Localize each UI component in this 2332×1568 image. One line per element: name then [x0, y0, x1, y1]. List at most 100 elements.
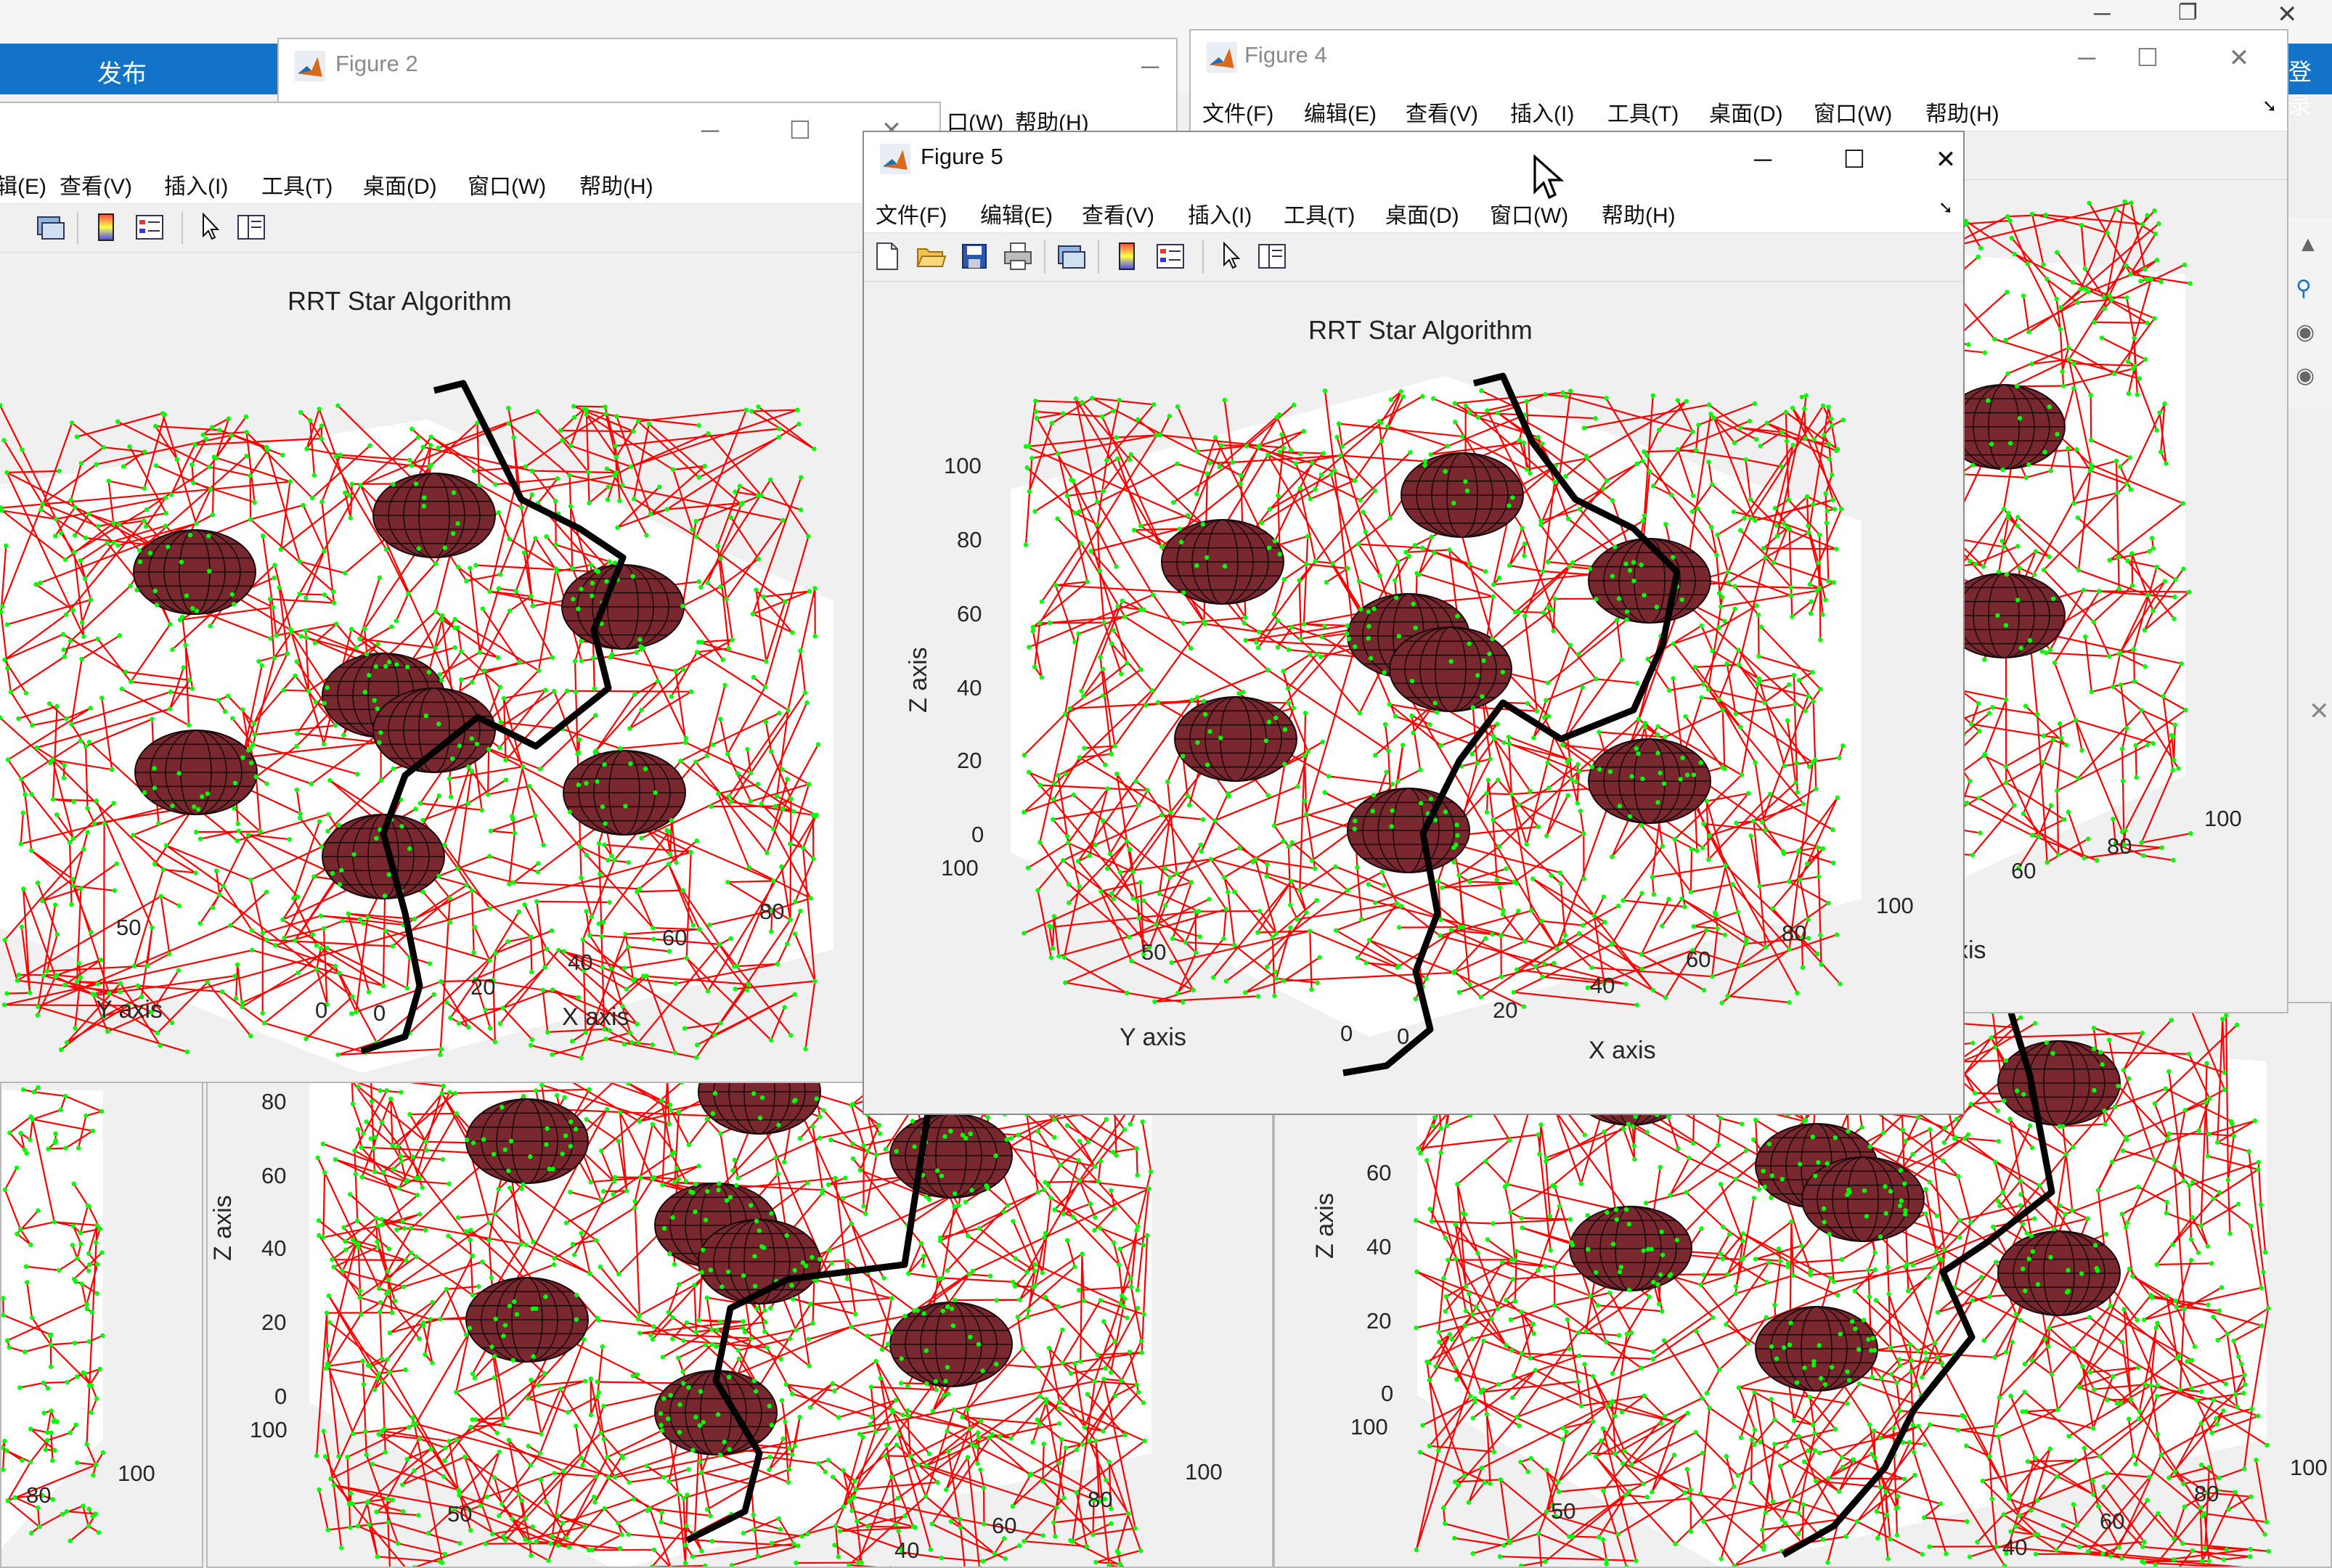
menu-desktop[interactable]: 桌面(D)	[1709, 96, 1783, 128]
dock-arrow-icon[interactable]: ➘	[2262, 96, 2277, 117]
menu-help[interactable]: 帮助(H)	[1925, 96, 1999, 128]
tree-node	[899, 1356, 904, 1361]
tree-node	[915, 1308, 920, 1313]
tree-node	[849, 1508, 855, 1514]
tree-edge	[1958, 1059, 2007, 1063]
minimize-icon[interactable]: ─	[1121, 45, 1176, 89]
tree-node	[1101, 1429, 1106, 1434]
tree-node	[428, 1447, 433, 1452]
tree-node	[395, 1540, 401, 1546]
search-icon[interactable]: ⚲	[2296, 276, 2312, 301]
tree-node	[2176, 766, 2181, 771]
tree-node	[1469, 1336, 1475, 1342]
close-icon[interactable]: ✕	[2277, 0, 2298, 29]
tree-node	[1920, 1551, 1925, 1557]
tree-node	[333, 1157, 338, 1162]
tree-node	[659, 1423, 664, 1428]
tree-node	[455, 1215, 461, 1220]
tree-node	[2005, 213, 2010, 219]
tree-node	[440, 1157, 445, 1162]
scroll-up-icon[interactable]: ▲	[2297, 232, 2319, 257]
tree-node	[2139, 708, 2144, 713]
tree-node	[1537, 1151, 1542, 1157]
tree-node	[924, 1193, 929, 1199]
tree-node	[2103, 1231, 2109, 1237]
tree-node	[91, 1473, 96, 1478]
tree-node	[853, 1487, 858, 1492]
tree-node	[1056, 1461, 1062, 1466]
tree-node	[703, 1342, 708, 1347]
tree-node	[352, 1148, 357, 1153]
tree-node	[1594, 1270, 1599, 1275]
tree-node	[2102, 1108, 2107, 1114]
tree-node	[1134, 1382, 1139, 1387]
tree-node	[1903, 1138, 1908, 1143]
tree-node	[582, 1379, 588, 1384]
tree-node	[1591, 1373, 1596, 1379]
tree-node	[2025, 261, 2030, 266]
tree-edge	[414, 1535, 504, 1567]
tree-node	[2181, 1481, 2186, 1486]
tree-node	[1112, 1393, 1118, 1398]
tree-node	[886, 1426, 892, 1431]
tree-node	[751, 1527, 757, 1532]
background-app-tab[interactable]: 发布	[0, 44, 283, 94]
menu-view[interactable]: 查看(V)	[1406, 96, 1478, 128]
tree-node	[906, 1271, 911, 1276]
tree-node	[773, 1156, 778, 1161]
minimize-icon[interactable]: ─	[2094, 0, 2111, 27]
tree-node	[1045, 1183, 1051, 1188]
tree-node	[548, 1541, 553, 1546]
tree-node	[935, 1479, 940, 1485]
tree-node	[89, 1310, 94, 1315]
menu-insert[interactable]: 插入(I)	[1510, 96, 1574, 128]
tree-node	[2012, 803, 2017, 808]
tree-node	[977, 1435, 982, 1440]
tree-node	[468, 1237, 473, 1242]
tree-node	[1798, 1161, 1803, 1167]
tree-node	[25, 1280, 30, 1285]
tree-node	[683, 1178, 688, 1184]
tree-node	[2153, 1326, 2158, 1331]
tree-node	[1885, 1265, 1891, 1270]
figure-4-titlebar[interactable]: Figure 4 ─ ☐ ✕	[1191, 30, 2287, 86]
tree-node	[987, 1273, 993, 1278]
tree-node	[828, 1138, 833, 1143]
tree-node	[1872, 1347, 1878, 1353]
tree-node	[727, 1374, 732, 1380]
tree-node	[1700, 1450, 1705, 1455]
tree-edge	[1136, 1148, 1138, 1175]
filter-icon-2[interactable]: ◉	[2296, 363, 2315, 388]
menu-edit[interactable]: 编辑(E)	[1304, 96, 1377, 128]
tree-node	[1785, 1260, 1791, 1266]
tree-node	[924, 1348, 929, 1353]
maximize-icon[interactable]: ☐	[2119, 36, 2177, 80]
tree-node	[2097, 1453, 2103, 1459]
menu-tools[interactable]: 工具(T)	[1607, 96, 1679, 128]
tree-node	[1447, 1332, 1453, 1337]
tree-node	[2108, 1303, 2113, 1309]
menu-file[interactable]: 文件(F)	[1202, 96, 1273, 128]
tree-node	[1688, 1529, 1694, 1534]
menu-window[interactable]: 窗口(W)	[1814, 96, 1892, 128]
tree-node	[2161, 694, 2166, 699]
filter-icon[interactable]: ◉	[2296, 319, 2315, 345]
minimize-icon[interactable]: ─	[2058, 36, 2116, 80]
tree-node	[1880, 1130, 1886, 1135]
tree-node	[2080, 1364, 2085, 1369]
figure-2-titlebar[interactable]: Figure 2 ─	[279, 39, 1176, 94]
restore-icon[interactable]: ❐	[2178, 0, 2198, 25]
tree-node	[1454, 1256, 1459, 1261]
tree-node	[2066, 357, 2071, 362]
tree-node	[2091, 1387, 2097, 1392]
tree-node	[1987, 1453, 1992, 1459]
tree-node	[2246, 1148, 2251, 1154]
tree-node	[2040, 759, 2046, 764]
tree-node	[1738, 1435, 1743, 1440]
background-close-small[interactable]: ✕	[2309, 697, 2330, 726]
tree-node	[1903, 1208, 1908, 1213]
close-icon[interactable]: ✕	[2210, 36, 2268, 80]
tree-node	[560, 1520, 566, 1526]
tree-node	[2029, 1357, 2034, 1363]
tree-node	[492, 1354, 497, 1359]
